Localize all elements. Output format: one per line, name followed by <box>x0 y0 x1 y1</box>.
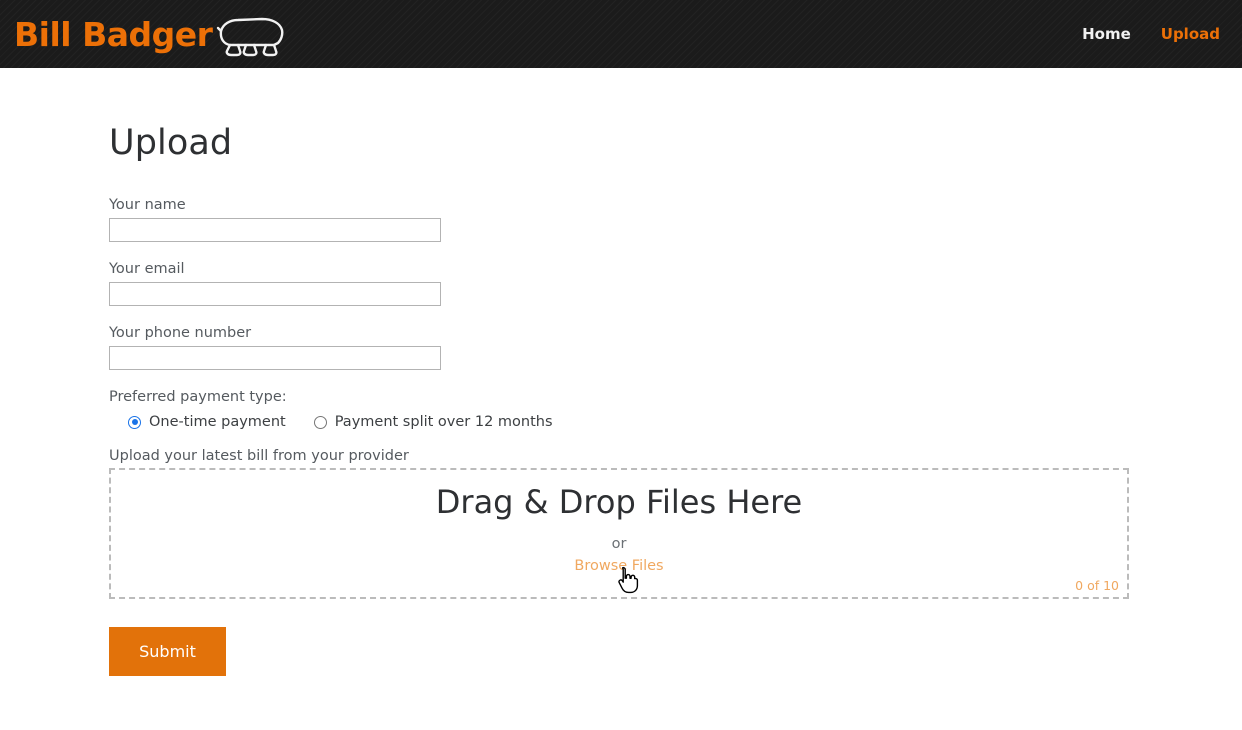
phone-field-label: Your phone number <box>109 325 252 341</box>
email-field-label: Your email <box>109 261 185 277</box>
upload-field-label: Upload your latest bill from your provid… <box>109 448 409 464</box>
radio-option-one-time[interactable]: One-time payment <box>128 414 286 430</box>
file-upload-section: Upload your latest bill from your provid… <box>109 448 1242 599</box>
dropzone-or-text: or <box>611 536 627 553</box>
page-content: Upload Your name Your email Your phone n… <box>0 68 1242 676</box>
browse-files-link[interactable]: Browse Files <box>574 558 663 574</box>
radio-label-one-time: One-time payment <box>149 414 286 430</box>
field-group-email: Your email <box>109 261 1242 306</box>
file-dropzone[interactable]: Drag & Drop Files Here or Browse Files 0… <box>109 468 1129 599</box>
payment-type-group: Preferred payment type: One-time payment… <box>109 389 1242 430</box>
field-group-phone: Your phone number <box>109 325 1242 370</box>
main-navigation: Home Upload <box>1082 25 1220 43</box>
brand-logo[interactable]: Bill Badger <box>14 10 288 58</box>
name-field-label: Your name <box>109 197 186 213</box>
badger-logo-icon <box>216 14 288 58</box>
brand-name: Bill Badger <box>14 14 213 54</box>
radio-label-split: Payment split over 12 months <box>334 414 553 430</box>
nav-link-home[interactable]: Home <box>1082 25 1131 43</box>
name-input[interactable] <box>109 218 441 242</box>
phone-input[interactable] <box>109 346 441 370</box>
payment-type-label: Preferred payment type: <box>109 389 287 405</box>
payment-type-options: One-time payment Payment split over 12 m… <box>109 414 1242 430</box>
submit-button[interactable]: Submit <box>109 627 226 676</box>
file-count-indicator: 0 of 10 <box>1075 578 1119 593</box>
email-input[interactable] <box>109 282 441 306</box>
page-title: Upload <box>109 123 233 163</box>
site-header: Bill Badger Home Upload <box>0 0 1242 68</box>
upload-form: Your name Your email Your phone number P… <box>109 197 1242 676</box>
dropzone-title: Drag & Drop Files Here <box>435 482 803 521</box>
nav-link-upload[interactable]: Upload <box>1161 25 1220 43</box>
radio-mark-selected-icon[interactable] <box>128 415 141 429</box>
radio-mark-unselected-icon[interactable] <box>313 415 327 429</box>
radio-option-split[interactable]: Payment split over 12 months <box>313 414 553 430</box>
field-group-name: Your name <box>109 197 1242 242</box>
